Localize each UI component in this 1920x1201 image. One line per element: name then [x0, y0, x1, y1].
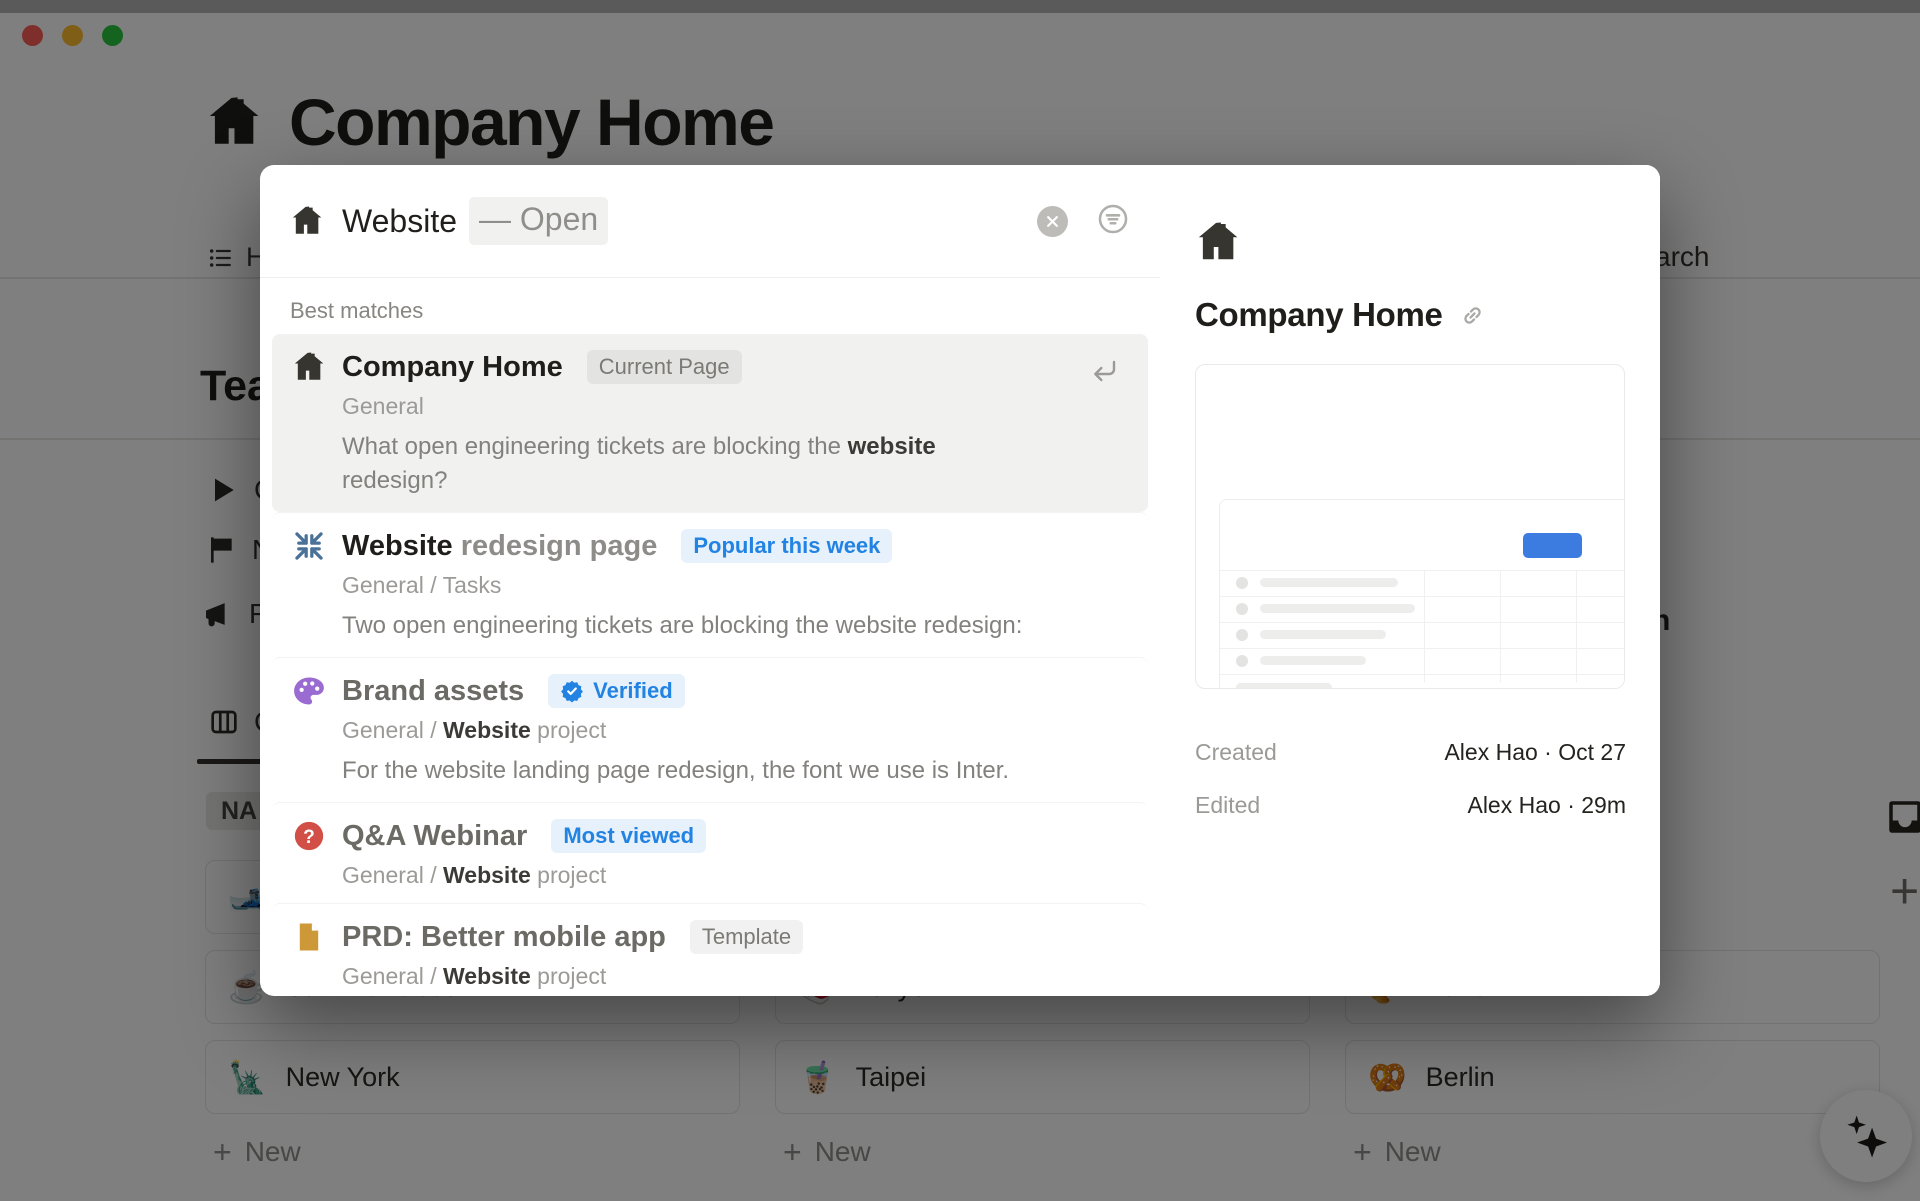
result-company-home[interactable]: Company Home Current Page General What o…	[272, 334, 1148, 512]
home-icon	[292, 350, 326, 384]
home-icon	[1195, 219, 1241, 265]
app-window: Company Home H arch Tea C N F C NA n 🎿 ☕…	[0, 0, 1920, 1201]
filter-icon	[1096, 202, 1130, 236]
template-badge: Template	[690, 920, 803, 954]
result-qa-webinar[interactable]: ? Q&A Webinar Most viewed General / Webs…	[272, 802, 1148, 903]
preview-title: Company Home	[1195, 296, 1443, 334]
question-icon: ?	[292, 819, 326, 853]
filter-button[interactable]	[1096, 202, 1130, 241]
document-icon	[292, 920, 326, 954]
result-title: Company Home	[342, 351, 563, 384]
palette-icon	[292, 674, 326, 708]
page-preview-thumbnail	[1195, 364, 1625, 689]
result-title: PRD: Better mobile app	[342, 921, 666, 954]
home-icon	[290, 204, 324, 238]
result-breadcrumb: General / Website project	[342, 716, 1128, 744]
result-breadcrumb: General / Tasks	[342, 571, 1128, 599]
close-icon	[1045, 214, 1060, 229]
svg-text:?: ?	[303, 827, 315, 848]
result-snippet: Two open engineering tickets are blockin…	[342, 609, 1128, 643]
search-results-pane: Website — Open Best matches	[260, 165, 1160, 996]
result-breadcrumb: General / Website project	[342, 861, 1128, 889]
result-title: Brand assets	[342, 675, 524, 708]
result-snippet: What open engineering tickets are blocki…	[342, 430, 1128, 498]
search-modal: Website — Open Best matches	[260, 165, 1660, 996]
popular-badge: Popular this week	[681, 529, 892, 563]
result-title: Q&A Webinar	[342, 820, 527, 853]
preview-table-mockup	[1219, 499, 1625, 689]
most-viewed-badge: Most viewed	[551, 819, 706, 853]
search-suggestion: — Open	[469, 197, 608, 245]
result-website-redesign-page[interactable]: Website redesign page Popular this week …	[272, 512, 1148, 657]
preview-blue-button	[1523, 533, 1582, 558]
edited-row: Edited Alex Hao · 29m	[1195, 792, 1626, 819]
enter-key-icon	[1088, 356, 1120, 388]
preview-metadata: Created Alex Hao · Oct 27 Edited Alex Ha…	[1195, 739, 1626, 819]
search-input[interactable]: Website — Open	[260, 165, 1160, 278]
result-title: Website redesign page	[342, 530, 657, 563]
collapse-arrows-icon	[292, 529, 326, 563]
verified-badge: Verified	[548, 674, 684, 708]
section-label: Best matches	[260, 278, 1160, 334]
created-row: Created Alex Hao · Oct 27	[1195, 739, 1626, 766]
verified-seal-icon	[560, 679, 584, 703]
search-query: Website	[342, 203, 457, 240]
results-list: Best matches Company Home Current Page G…	[260, 278, 1160, 996]
result-snippet: For the website landing page redesign, t…	[342, 754, 1128, 788]
preview-pane: Company Home C	[1160, 165, 1660, 996]
screen-edge	[0, 0, 1920, 13]
link-icon[interactable]	[1459, 302, 1486, 329]
result-brand-assets[interactable]: Brand assets Verified General / Website …	[272, 657, 1148, 802]
result-breadcrumb: General / Website project	[342, 962, 1128, 990]
current-page-badge: Current Page	[587, 350, 742, 384]
result-prd-better-mobile-app[interactable]: PRD: Better mobile app Template General …	[272, 903, 1148, 996]
result-breadcrumb: General	[342, 392, 1128, 420]
clear-search-button[interactable]	[1037, 206, 1068, 237]
